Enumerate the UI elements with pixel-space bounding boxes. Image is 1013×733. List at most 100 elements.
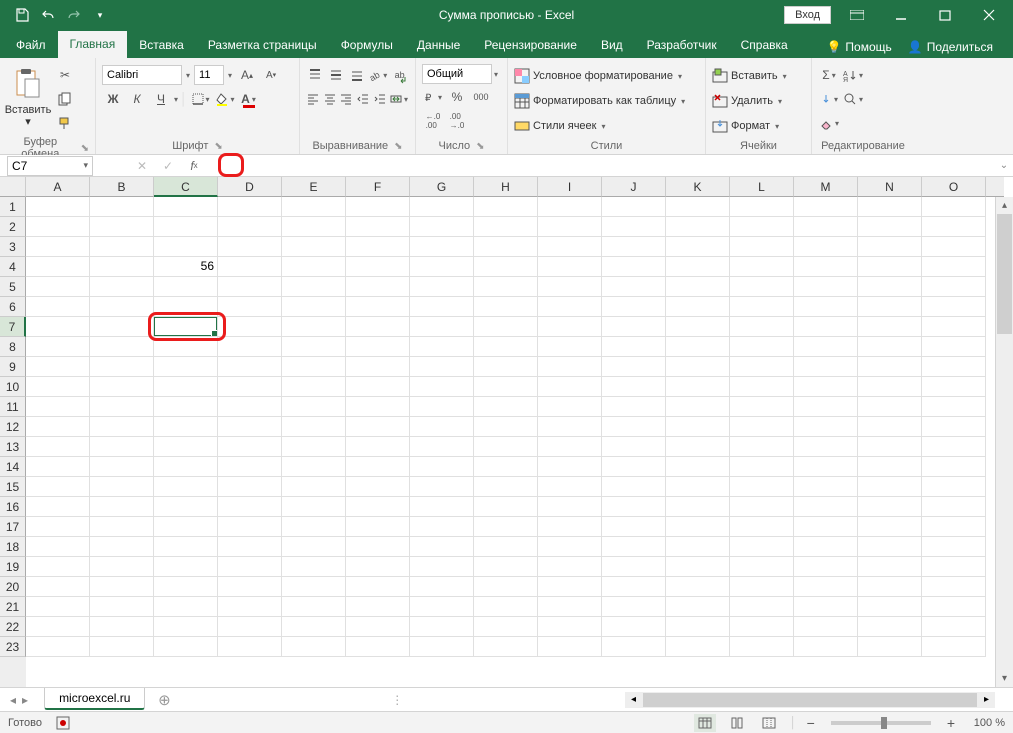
cell-N10[interactable] [858, 377, 922, 397]
col-header-O[interactable]: O [922, 177, 986, 197]
col-header-I[interactable]: I [538, 177, 602, 197]
autosum-icon[interactable]: Σ [818, 64, 840, 86]
cell-B3[interactable] [90, 237, 154, 257]
cell-M21[interactable] [794, 597, 858, 617]
cell-E9[interactable] [282, 357, 346, 377]
cell-L21[interactable] [730, 597, 794, 617]
paste-button[interactable]: Вставить▾ [6, 60, 50, 134]
scroll-right-icon[interactable]: ▸ [978, 692, 995, 708]
row-header-22[interactable]: 22 [0, 617, 26, 637]
cell-A19[interactable] [26, 557, 90, 577]
cell-N15[interactable] [858, 477, 922, 497]
font-name-dd-icon[interactable]: ▾ [184, 71, 192, 80]
cell-A8[interactable] [26, 337, 90, 357]
cell-G16[interactable] [410, 497, 474, 517]
cell-C8[interactable] [154, 337, 218, 357]
cell-J5[interactable] [602, 277, 666, 297]
cell-D11[interactable] [218, 397, 282, 417]
cell-G23[interactable] [410, 637, 474, 657]
align-right-icon[interactable] [339, 88, 354, 110]
cell-H3[interactable] [474, 237, 538, 257]
cell-N8[interactable] [858, 337, 922, 357]
cell-C3[interactable] [154, 237, 218, 257]
cell-G15[interactable] [410, 477, 474, 497]
cell-A14[interactable] [26, 457, 90, 477]
cell-G11[interactable] [410, 397, 474, 417]
name-box[interactable]: C7 [7, 156, 93, 176]
cell-C6[interactable] [154, 297, 218, 317]
cell-J20[interactable] [602, 577, 666, 597]
cell-K14[interactable] [666, 457, 730, 477]
cell-F19[interactable] [346, 557, 410, 577]
select-all-corner[interactable] [0, 177, 26, 197]
cell-A18[interactable] [26, 537, 90, 557]
row-header-7[interactable]: 7 [0, 317, 26, 337]
cell-E12[interactable] [282, 417, 346, 437]
cell-E15[interactable] [282, 477, 346, 497]
cell-G8[interactable] [410, 337, 474, 357]
cell-F5[interactable] [346, 277, 410, 297]
cell-C1[interactable] [154, 197, 218, 217]
cell-I23[interactable] [538, 637, 602, 657]
cell-M1[interactable] [794, 197, 858, 217]
align-left-icon[interactable] [306, 88, 321, 110]
cell-B7[interactable] [90, 317, 154, 337]
cell-N7[interactable] [858, 317, 922, 337]
cell-O12[interactable] [922, 417, 986, 437]
cell-G17[interactable] [410, 517, 474, 537]
cell-C7[interactable] [154, 317, 218, 337]
increase-indent-icon[interactable] [372, 88, 387, 110]
cell-O19[interactable] [922, 557, 986, 577]
cell-E11[interactable] [282, 397, 346, 417]
decrease-decimal-icon[interactable]: .00→.0 [446, 110, 468, 132]
cell-D9[interactable] [218, 357, 282, 377]
merge-icon[interactable] [389, 88, 409, 110]
cell-I15[interactable] [538, 477, 602, 497]
cell-F6[interactable] [346, 297, 410, 317]
cell-O6[interactable] [922, 297, 986, 317]
align-bottom-icon[interactable] [348, 64, 367, 86]
cell-M3[interactable] [794, 237, 858, 257]
cell-F2[interactable] [346, 217, 410, 237]
tab-insert[interactable]: Вставка [127, 32, 196, 58]
cell-N1[interactable] [858, 197, 922, 217]
tab-formulas[interactable]: Формулы [329, 32, 405, 58]
cell-H22[interactable] [474, 617, 538, 637]
cell-F12[interactable] [346, 417, 410, 437]
cell-M23[interactable] [794, 637, 858, 657]
cell-O21[interactable] [922, 597, 986, 617]
col-header-D[interactable]: D [218, 177, 282, 197]
cell-M8[interactable] [794, 337, 858, 357]
cell-D12[interactable] [218, 417, 282, 437]
cell-C14[interactable] [154, 457, 218, 477]
cell-D2[interactable] [218, 217, 282, 237]
cell-N22[interactable] [858, 617, 922, 637]
cell-E20[interactable] [282, 577, 346, 597]
cell-G9[interactable] [410, 357, 474, 377]
cell-O7[interactable] [922, 317, 986, 337]
cell-O14[interactable] [922, 457, 986, 477]
decrease-indent-icon[interactable] [356, 88, 371, 110]
cell-C21[interactable] [154, 597, 218, 617]
align-launcher-icon[interactable]: ⬊ [394, 141, 402, 152]
cell-B19[interactable] [90, 557, 154, 577]
cell-A1[interactable] [26, 197, 90, 217]
cell-I14[interactable] [538, 457, 602, 477]
col-header-E[interactable]: E [282, 177, 346, 197]
cell-K15[interactable] [666, 477, 730, 497]
cell-F8[interactable] [346, 337, 410, 357]
tab-file[interactable]: Файл [4, 32, 58, 58]
cell-E14[interactable] [282, 457, 346, 477]
cell-E23[interactable] [282, 637, 346, 657]
font-size-input[interactable]: 11 [194, 65, 224, 85]
cell-F1[interactable] [346, 197, 410, 217]
cell-N12[interactable] [858, 417, 922, 437]
row-header-12[interactable]: 12 [0, 417, 26, 437]
cell-J8[interactable] [602, 337, 666, 357]
cell-F15[interactable] [346, 477, 410, 497]
cell-I10[interactable] [538, 377, 602, 397]
cell-N2[interactable] [858, 217, 922, 237]
cell-M4[interactable] [794, 257, 858, 277]
align-center-icon[interactable] [323, 88, 338, 110]
cell-C17[interactable] [154, 517, 218, 537]
